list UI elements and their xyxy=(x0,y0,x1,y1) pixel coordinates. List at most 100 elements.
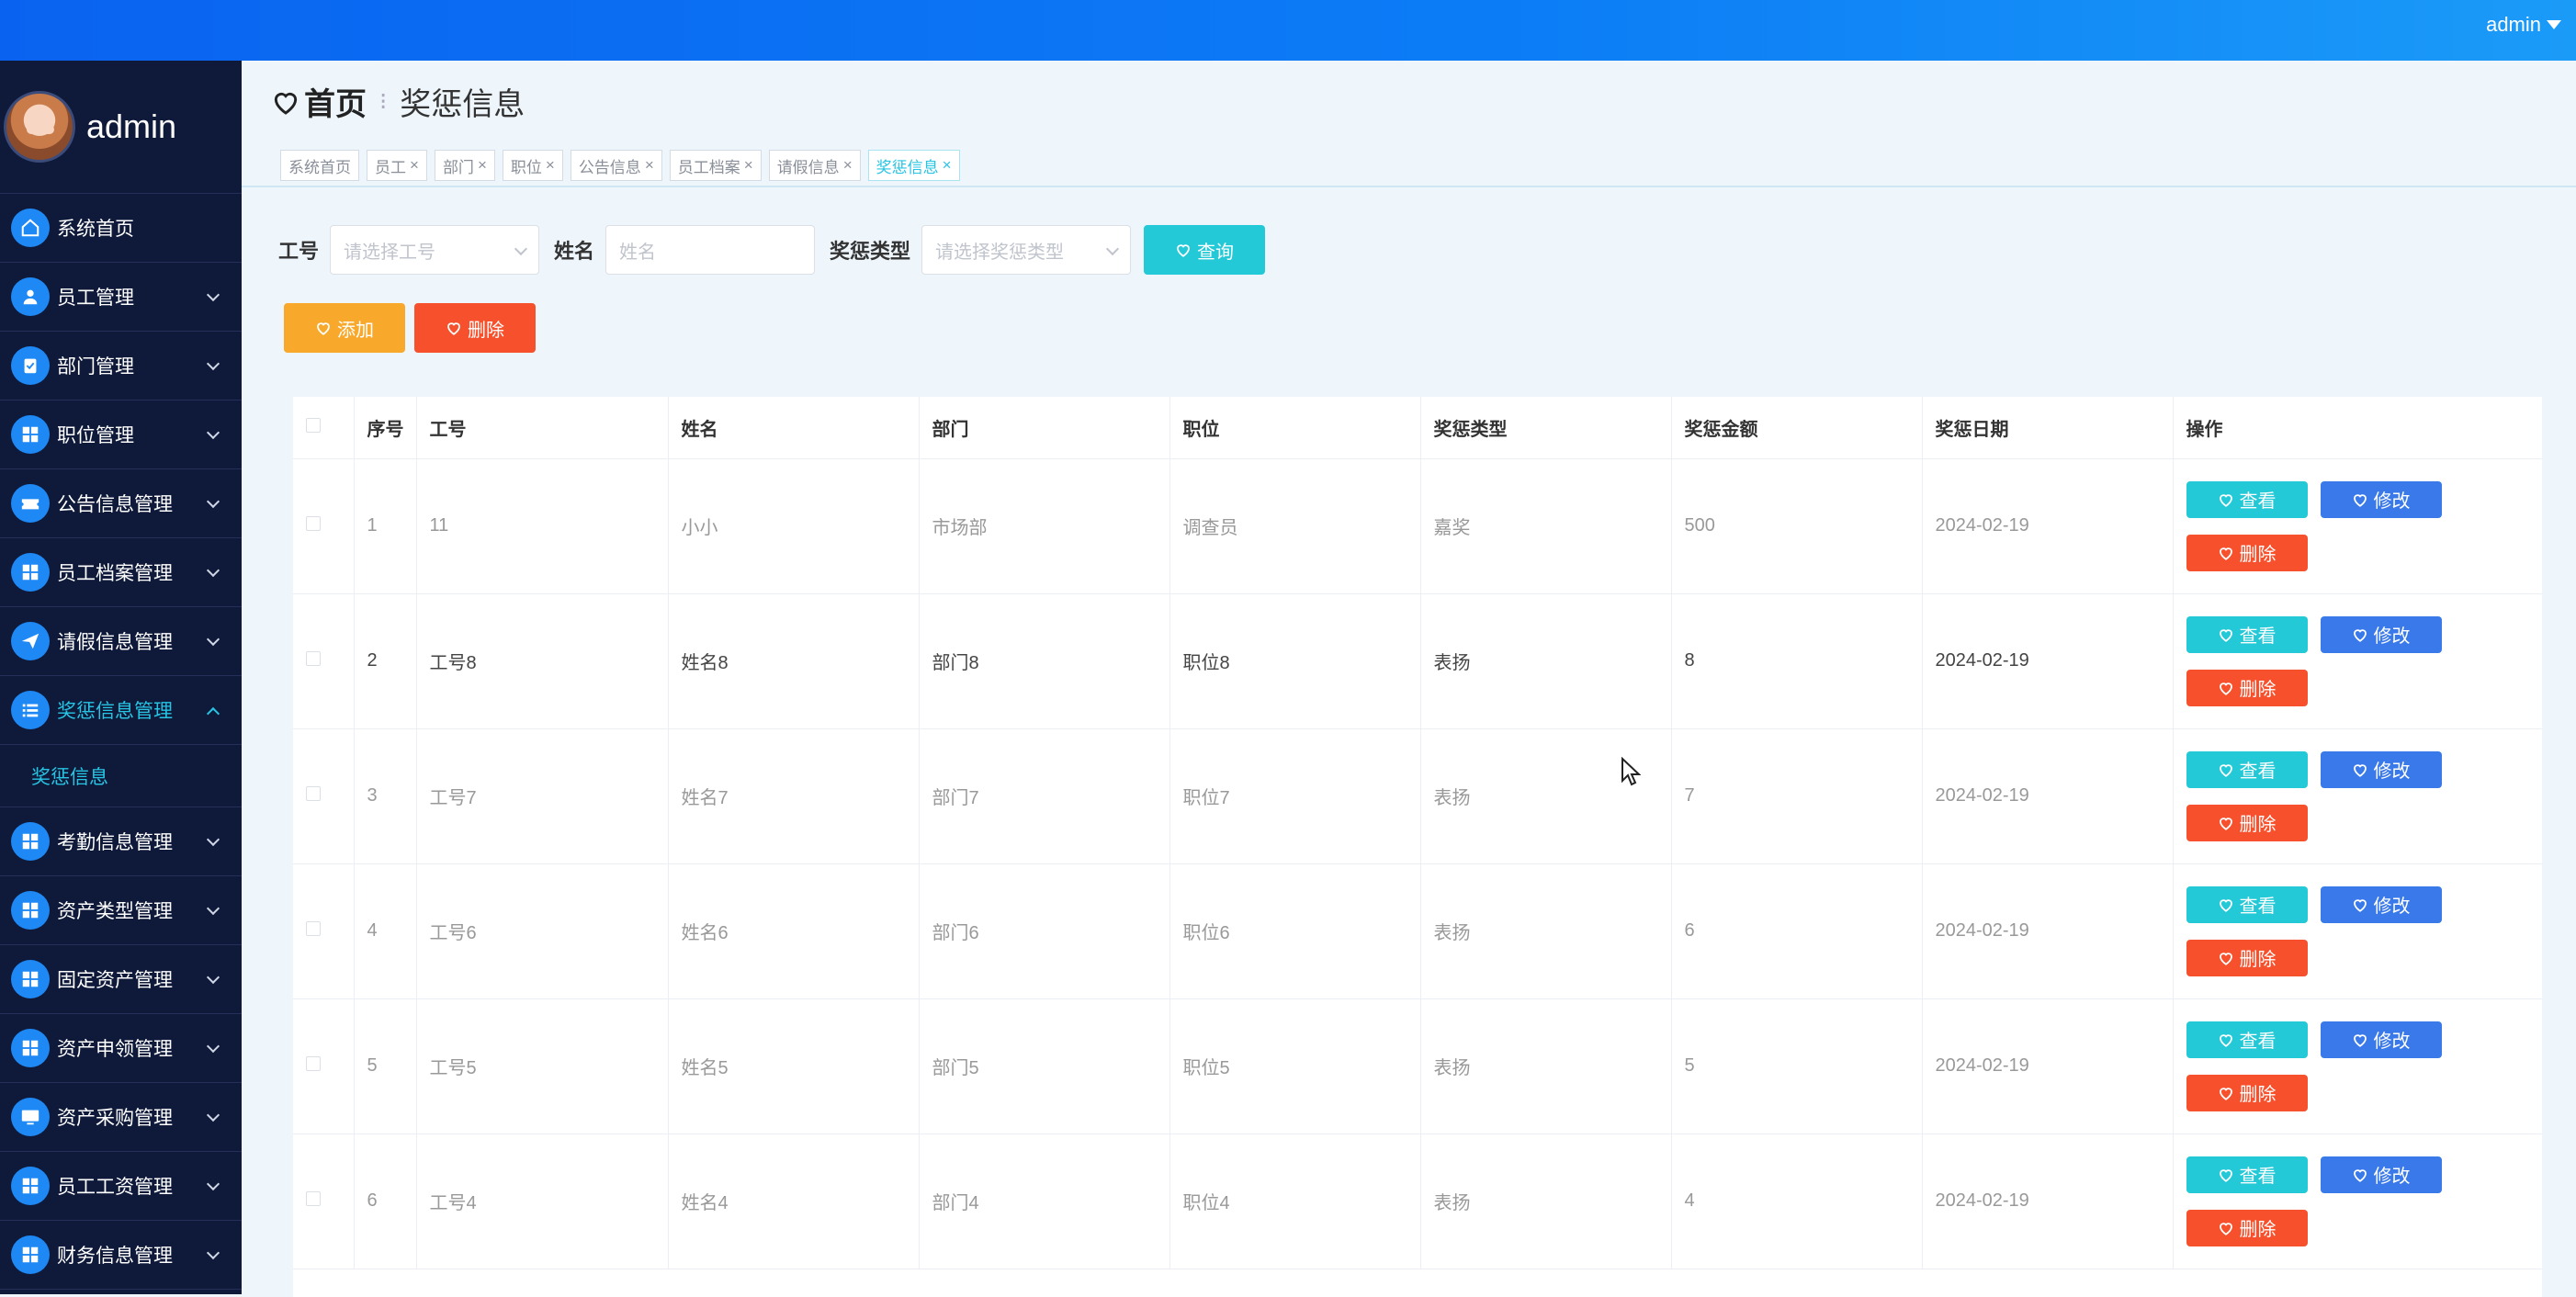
view-button[interactable]: 查看 xyxy=(2186,1156,2308,1193)
cell-dept: 部门7 xyxy=(919,728,1170,864)
view-button[interactable]: 查看 xyxy=(2186,885,2308,923)
sidebar-item-12[interactable]: 资产采购管理 xyxy=(0,1083,242,1152)
cell-pos: 职位6 xyxy=(1169,863,1421,999)
tab-3[interactable]: 职位 × xyxy=(502,150,563,181)
cell-seq: 1 xyxy=(354,458,417,594)
header-type: 奖惩类型 xyxy=(1420,397,1672,459)
view-label: 查看 xyxy=(2239,897,2277,917)
view-label: 查看 xyxy=(2239,1032,2277,1052)
emp-no-select[interactable]: 请选择工号 xyxy=(330,225,540,275)
delete-button[interactable]: 删除 xyxy=(2186,804,2308,841)
row-checkbox[interactable] xyxy=(306,786,321,801)
chevron-icon xyxy=(206,1246,220,1260)
delete-button[interactable]: 删除 xyxy=(2186,534,2308,571)
sidebar-item-10[interactable]: 固定资产管理 xyxy=(0,945,242,1014)
table-row: 4 工号6 姓名6 部门6 职位6 表扬 6 2024-02-19 查看 修改 删除 xyxy=(293,863,2542,999)
cell-seq: 2 xyxy=(354,593,417,729)
table-row: 5 工号5 姓名5 部门5 职位5 表扬 5 2024-02-19 查看 修改 删除 xyxy=(293,998,2542,1134)
row-checkbox[interactable] xyxy=(306,921,321,936)
heart-icon xyxy=(2219,1033,2232,1047)
edit-button[interactable]: 修改 xyxy=(2320,1156,2442,1193)
cell-pos: 调查员 xyxy=(1169,458,1421,594)
sidebar-subitem-reward-info[interactable]: 奖惩信息 xyxy=(0,745,242,807)
chevron-down-icon xyxy=(514,242,528,256)
edit-button[interactable]: 修改 xyxy=(2320,615,2442,653)
sidebar-item-5[interactable]: 员工档案管理 xyxy=(0,538,242,607)
table-row: 2 工号8 姓名8 部门8 职位8 表扬 8 2024-02-19 查看 修改 删除 xyxy=(293,593,2542,729)
close-icon[interactable]: × xyxy=(843,156,853,175)
sidebar-item-label: 员工管理 xyxy=(57,288,134,309)
cell-name: 姓名6 xyxy=(668,863,920,999)
delete-selected-button[interactable]: 删除 xyxy=(414,303,536,353)
sidebar-item-7[interactable]: 奖惩信息管理 xyxy=(0,676,242,745)
cell-type: 表扬 xyxy=(1420,863,1672,999)
select-all-checkbox[interactable] xyxy=(306,417,321,433)
caret-down-icon xyxy=(2547,20,2561,29)
heart-icon xyxy=(2219,682,2232,695)
close-icon[interactable]: × xyxy=(410,156,419,175)
type-select[interactable]: 请选择奖惩类型 xyxy=(921,225,1132,275)
view-button[interactable]: 查看 xyxy=(2186,615,2308,653)
edit-button[interactable]: 修改 xyxy=(2320,1021,2442,1058)
actions-cell: 查看 修改 删除 xyxy=(2173,863,2542,999)
view-button[interactable]: 查看 xyxy=(2186,1021,2308,1058)
tab-6[interactable]: 请假信息 × xyxy=(768,150,861,181)
tab-4[interactable]: 公告信息 × xyxy=(570,150,662,181)
tab-1[interactable]: 员工 × xyxy=(367,150,427,181)
sidebar-item-4[interactable]: 公告信息管理 xyxy=(0,469,242,538)
sidebar-item-8[interactable]: 考勤信息管理 xyxy=(0,807,242,876)
user-name: admin xyxy=(2486,13,2541,36)
tab-label: 系统首页 xyxy=(288,158,351,176)
actions-cell: 查看 修改 删除 xyxy=(2173,1133,2542,1269)
delete-button[interactable]: 删除 xyxy=(2186,939,2308,976)
row-checkbox[interactable] xyxy=(306,516,321,531)
grid-icon xyxy=(11,960,50,998)
delete-button[interactable]: 删除 xyxy=(2186,669,2308,706)
breadcrumb-home[interactable]: 首页 xyxy=(304,79,367,124)
close-icon[interactable]: × xyxy=(943,156,952,175)
sidebar-item-14[interactable]: 财务信息管理 xyxy=(0,1221,242,1290)
sidebar-item-2[interactable]: 部门管理 xyxy=(0,332,242,400)
cell-type: 表扬 xyxy=(1420,998,1672,1134)
row-checkbox[interactable] xyxy=(306,1056,321,1071)
edit-button[interactable]: 修改 xyxy=(2320,750,2442,788)
sidebar-item-9[interactable]: 资产类型管理 xyxy=(0,876,242,945)
delete-button[interactable]: 删除 xyxy=(2186,1074,2308,1111)
edit-button[interactable]: 修改 xyxy=(2320,480,2442,518)
cell-amount: 7 xyxy=(1671,728,1923,864)
cell-date: 2024-02-19 xyxy=(1922,593,2174,729)
close-icon[interactable]: × xyxy=(546,156,555,175)
add-button[interactable]: 添加 xyxy=(284,303,405,353)
row-checkbox[interactable] xyxy=(306,1191,321,1206)
edit-button[interactable]: 修改 xyxy=(2320,885,2442,923)
name-input[interactable]: 姓名 xyxy=(605,225,816,275)
sidebar-item-0[interactable]: 系统首页 xyxy=(0,194,242,263)
row-checkbox[interactable] xyxy=(306,651,321,666)
user-menu[interactable]: admin xyxy=(2486,13,2561,37)
view-button[interactable]: 查看 xyxy=(2186,480,2308,518)
tab-2[interactable]: 部门 × xyxy=(434,150,495,181)
view-button[interactable]: 查看 xyxy=(2186,750,2308,788)
delete-button[interactable]: 删除 xyxy=(2186,1209,2308,1246)
close-icon[interactable]: × xyxy=(478,156,487,175)
sidebar-item-label: 奖惩信息管理 xyxy=(57,701,173,722)
sidebar-item-3[interactable]: 职位管理 xyxy=(0,400,242,469)
grid-icon xyxy=(11,553,50,592)
query-button[interactable]: 查询 xyxy=(1144,225,1266,275)
heart-icon xyxy=(2353,628,2367,642)
chevron-icon xyxy=(206,1177,220,1191)
sidebar-item-label: 请假信息管理 xyxy=(57,632,173,653)
cell-seq: 4 xyxy=(354,863,417,999)
tab-0[interactable]: 系统首页 xyxy=(280,150,359,181)
close-icon[interactable]: × xyxy=(744,156,753,175)
sidebar-item-13[interactable]: 员工工资管理 xyxy=(0,1152,242,1221)
tab-7[interactable]: 奖惩信息 × xyxy=(867,150,960,181)
tab-5[interactable]: 员工档案 × xyxy=(669,150,762,181)
sidebar-item-6[interactable]: 请假信息管理 xyxy=(0,607,242,676)
close-icon[interactable]: × xyxy=(645,156,654,175)
sidebar-item-label: 资产采购管理 xyxy=(57,1108,173,1129)
sidebar-item-11[interactable]: 资产申领管理 xyxy=(0,1014,242,1083)
sidebar-item-1[interactable]: 员工管理 xyxy=(0,263,242,332)
cell-name: 姓名4 xyxy=(668,1133,920,1269)
heart-icon xyxy=(2219,1222,2232,1235)
